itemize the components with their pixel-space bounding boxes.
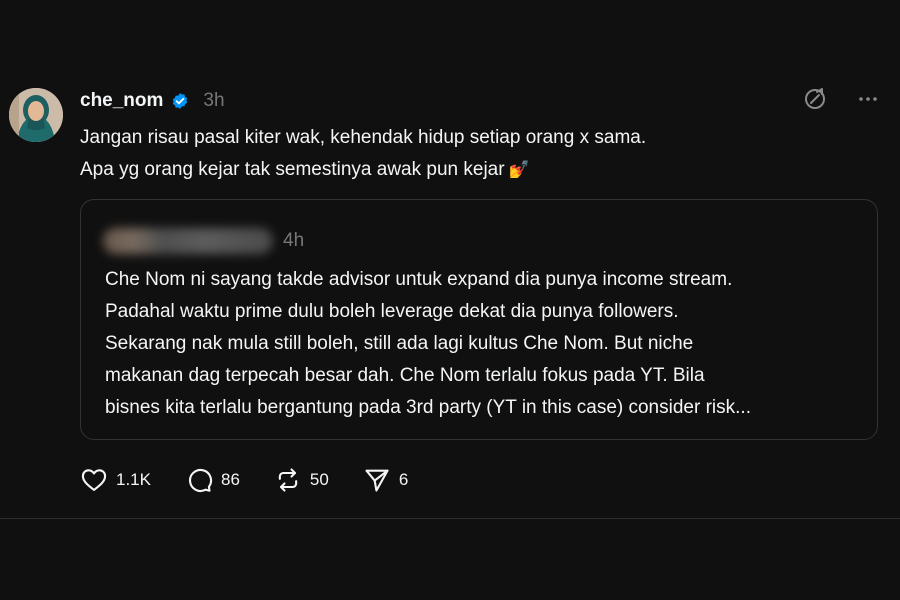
verified-badge-icon [171,92,189,110]
reply-count: 86 [220,470,240,489]
quoted-post-timestamp: 4h [283,230,305,251]
post-header: che_nom 3h [80,88,225,114]
heart-icon [80,466,108,494]
comment-icon [185,466,213,494]
quoted-post[interactable]: 4h Che Nom ni sayang takde advisor untuk… [80,199,878,440]
like-button[interactable]: 1.1K [80,466,151,494]
no-translate-icon[interactable] [802,86,828,112]
quoted-line: bisnes kita terlalu bergantung pada 3rd … [105,397,751,418]
author-username[interactable]: che_nom [80,90,163,112]
avatar-image [9,88,63,142]
nail-polish-emoji: 💅 [508,160,530,179]
quoted-post-header: 4h [103,228,304,254]
post-actions: 1.1K 86 50 6 [80,466,442,494]
repost-count: 50 [309,470,329,489]
share-count: 6 [398,470,409,489]
quoted-line: Che Nom ni sayang takde advisor untuk ex… [105,269,733,290]
send-icon [363,466,391,494]
thread-post: che_nom 3h Jangan risau pasal kiter wak,… [0,0,900,519]
reply-button[interactable]: 86 [185,466,240,494]
blurred-author [103,228,273,254]
post-line: Jangan risau pasal kiter wak, kehendak h… [80,127,647,148]
like-count: 1.1K [116,470,151,489]
quoted-line: Sekarang nak mula still boleh, still ada… [105,333,694,354]
quoted-line: makanan dag terpecah besar dah. Che Nom … [105,365,705,386]
post-line: Apa yg orang kejar tak semestinya awak p… [80,154,870,186]
repost-icon [274,466,302,494]
more-icon[interactable] [856,87,880,111]
post-timestamp: 3h [203,90,225,111]
share-button[interactable]: 6 [363,466,408,494]
post-top-actions [802,86,880,112]
repost-button[interactable]: 50 [274,466,329,494]
post-body: Jangan risau pasal kiter wak, kehendak h… [80,122,870,186]
quoted-line: Padahal waktu prime dulu boleh leverage … [105,301,679,322]
post-line-text: Apa yg orang kejar tak semestinya awak p… [80,159,505,180]
author-avatar[interactable] [9,88,63,142]
quoted-post-body: Che Nom ni sayang takde advisor untuk ex… [105,264,865,424]
